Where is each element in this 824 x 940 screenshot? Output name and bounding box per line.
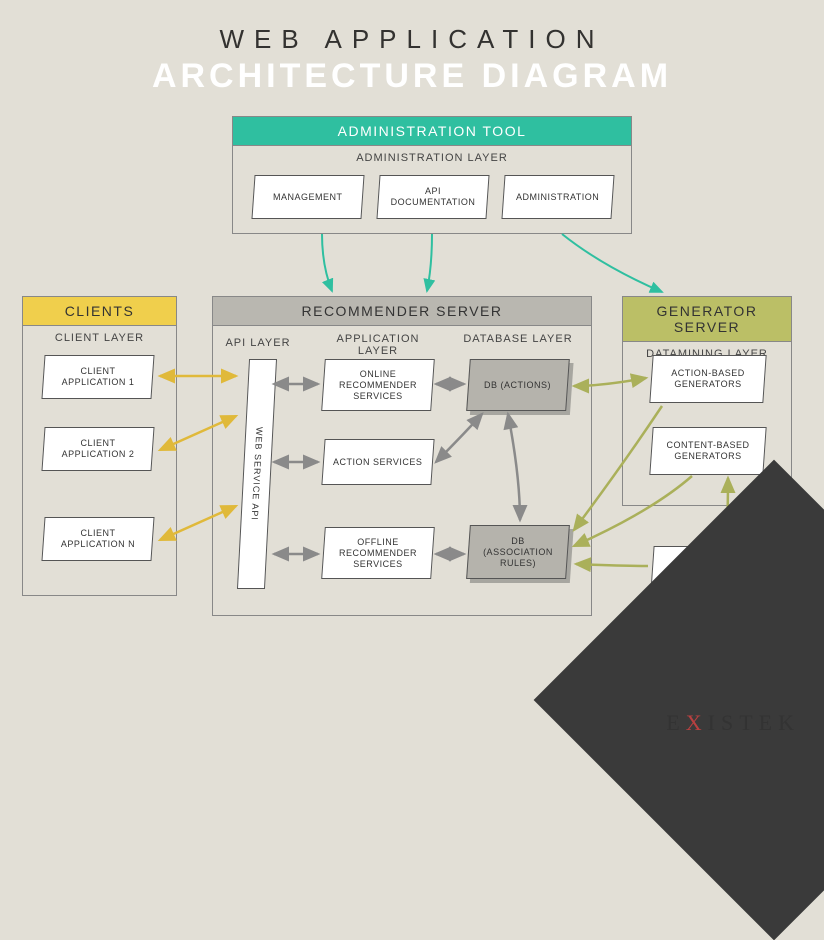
online-recommender-services: ONLINE RECOMMENDER SERVICES — [321, 359, 435, 411]
admin-layer-label: ADMINISTRATION LAYER — [233, 152, 631, 164]
db-association-rules: DB (ASSOCIATION RULES) — [466, 525, 570, 579]
client-app-1: CLIENT APPLICATION 1 — [41, 355, 154, 399]
admin-box-api-doc: API DOCUMENTATION — [376, 175, 489, 219]
existek-logo: EXISTEK — [666, 710, 800, 736]
recommender-header: RECOMMENDER SERVER — [213, 297, 591, 326]
clients-layer-label: CLIENT LAYER — [23, 332, 176, 344]
db-actions: DB (ACTIONS) — [466, 359, 570, 411]
admin-tool-frame: ADMINISTRATION TOOL ADMINISTRATION LAYER… — [232, 116, 632, 234]
offline-recommender-services: OFFLINE RECOMMENDER SERVICES — [321, 527, 435, 579]
client-app-2: CLIENT APPLICATION 2 — [41, 427, 154, 471]
action-based-generators: ACTION-BASED GENERATORS — [649, 355, 766, 403]
action-services: ACTION SERVICES — [321, 439, 434, 485]
content-based-generators: CONTENT-BASED GENERATORS — [649, 427, 766, 475]
clients-frame: CLIENTS CLIENT LAYER CLIENT APPLICATION … — [22, 296, 177, 596]
db-layer-label: DATABASE LAYER — [463, 333, 573, 345]
admin-box-administration: ADMINISTRATION — [501, 175, 614, 219]
app-layer-label: APPLICATION LAYER — [323, 333, 433, 357]
admin-box-management: MANAGEMENT — [251, 175, 364, 219]
title-line2: ARCHITECTURE DIAGRAM — [0, 57, 824, 96]
title-line1: WEB APPLICATION — [0, 24, 824, 55]
api-layer-label: API LAYER — [223, 337, 293, 349]
generator-header: GENERATOR SERVER — [623, 297, 791, 342]
client-app-n: CLIENT APPLICATION N — [41, 517, 154, 561]
web-service-api: WEB SERVICE API — [237, 359, 277, 589]
clients-header: CLIENTS — [23, 297, 176, 326]
recommender-frame: RECOMMENDER SERVER API LAYER APPLICATION… — [212, 296, 592, 616]
admin-header: ADMINISTRATION TOOL — [233, 117, 631, 146]
